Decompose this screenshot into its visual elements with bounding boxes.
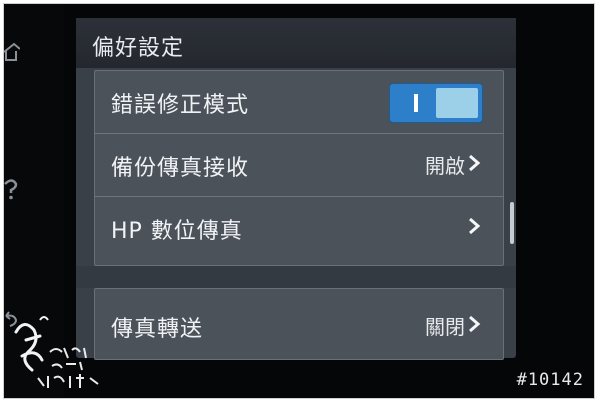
chevron-right-icon: [467, 315, 481, 333]
error-correction-toggle[interactable]: [389, 83, 483, 123]
help-icon[interactable]: [4, 178, 20, 202]
watermark-logo: [10, 312, 122, 394]
section-divider: [76, 266, 516, 288]
chevron-right-icon: [467, 217, 481, 235]
toggle-on-indicator: [414, 94, 418, 112]
photo-frame: 偏好設定 錯誤修正模式 備份傳真接收 開啟 HP 數位傳真 傳真轉送 關閉 #1…: [4, 4, 594, 398]
settings-list: 錯誤修正模式 備份傳真接收 開啟 HP 數位傳真: [94, 70, 504, 266]
home-icon[interactable]: [4, 40, 21, 64]
setting-row-backup-fax[interactable]: 備份傳真接收 開啟: [95, 134, 503, 197]
setting-row-fax-forwarding[interactable]: 傳真轉送 關閉: [95, 289, 503, 359]
toggle-knob: [436, 88, 478, 118]
scrollbar-thumb[interactable]: [510, 202, 514, 244]
setting-value: 開啟: [425, 154, 465, 178]
setting-label: HP 數位傳真: [111, 219, 243, 244]
photo-id-label: #10142: [516, 370, 584, 390]
page-title: 偏好設定: [92, 36, 185, 61]
setting-value: 關閉: [425, 315, 465, 339]
setting-label: 傳真轉送: [111, 317, 204, 342]
settings-list-secondary: 傳真轉送 關閉: [94, 288, 504, 360]
setting-label: 錯誤修正模式: [111, 93, 250, 118]
setting-row-hp-digital-fax[interactable]: HP 數位傳真: [95, 197, 503, 259]
printer-screen: 偏好設定 錯誤修正模式 備份傳真接收 開啟 HP 數位傳真 傳真轉送 關閉: [76, 18, 516, 360]
screen-header: 偏好設定: [76, 18, 516, 68]
chevron-right-icon: [467, 154, 481, 172]
setting-label: 備份傳真接收: [111, 156, 250, 181]
setting-row-error-correction[interactable]: 錯誤修正模式: [95, 71, 503, 134]
